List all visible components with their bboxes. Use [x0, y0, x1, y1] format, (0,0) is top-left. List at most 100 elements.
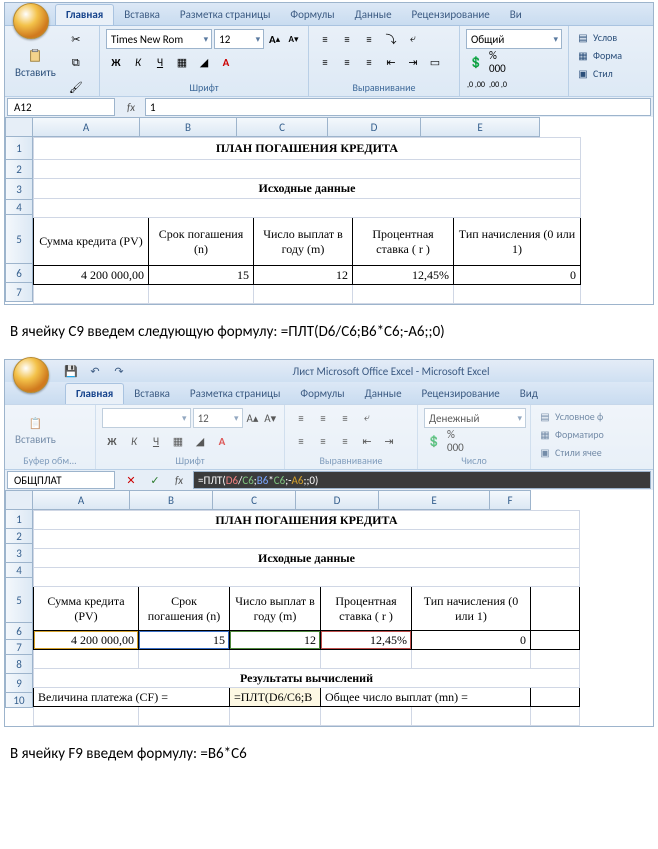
- tab-insert[interactable]: Вставка: [114, 5, 170, 25]
- row-header-8[interactable]: 8: [5, 655, 33, 674]
- tab-page-layout[interactable]: Разметка страницы: [170, 5, 281, 25]
- cell[interactable]: 15: [149, 266, 254, 285]
- font-name-select[interactable]: [102, 408, 191, 428]
- undo-button[interactable]: ↶: [85, 361, 105, 381]
- tab-home[interactable]: Главная: [55, 4, 114, 25]
- format-table-button[interactable]: Форма: [593, 49, 622, 62]
- shrink-font-button[interactable]: A▾: [262, 408, 278, 428]
- tab-review[interactable]: Рецензирование: [412, 384, 510, 404]
- col-header-B[interactable]: B: [130, 490, 213, 510]
- wrap-text-button[interactable]: ⤶: [403, 29, 423, 49]
- fx-button[interactable]: fx: [121, 97, 141, 117]
- tab-data[interactable]: Данные: [345, 5, 402, 25]
- row-header-4[interactable]: 4: [5, 200, 33, 215]
- name-box[interactable]: A12: [7, 98, 115, 116]
- sheet-grid[interactable]: ABCDEF 12345678910 ПЛАН ПОГАШЕНИЯ КРЕДИТ…: [5, 490, 653, 726]
- col-header-F[interactable]: F: [490, 490, 531, 510]
- paste-button[interactable]: 📋 Вставить: [11, 413, 60, 448]
- row-header-6[interactable]: 6: [5, 264, 33, 283]
- tab-view[interactable]: Вид: [510, 384, 548, 404]
- row-header-2[interactable]: 2: [5, 529, 33, 544]
- font-size-select[interactable]: 12: [214, 29, 264, 49]
- merge-center-button[interactable]: ▭: [425, 52, 445, 72]
- font-size-select[interactable]: 12: [193, 408, 243, 428]
- cell[interactable]: 0: [412, 631, 531, 650]
- row-header-2[interactable]: 2: [5, 160, 33, 179]
- cell[interactable]: 15: [139, 631, 230, 650]
- cell[interactable]: Сумма кредита (PV): [34, 587, 139, 631]
- cut-button[interactable]: ✂: [66, 29, 86, 49]
- cell-styles-button[interactable]: Стили ячее: [555, 446, 602, 459]
- bold-button[interactable]: Ж: [102, 431, 122, 451]
- inc-decimal-button[interactable]: ,0 ,00: [466, 75, 486, 95]
- row-header-5[interactable]: 5: [5, 578, 33, 623]
- cell[interactable]: 12,45%: [353, 266, 454, 285]
- fill-color-button[interactable]: ◢: [190, 431, 210, 451]
- cell[interactable]: Процентная ставка ( r ): [321, 587, 412, 631]
- copy-button[interactable]: ⧉: [66, 53, 86, 73]
- font-color-button[interactable]: A: [216, 52, 236, 72]
- currency-button[interactable]: 💲: [466, 52, 486, 72]
- underline-button[interactable]: Ч: [146, 431, 166, 451]
- grow-font-button[interactable]: A▴: [266, 29, 283, 49]
- row-header-4[interactable]: 4: [5, 563, 33, 578]
- underline-button[interactable]: Ч: [150, 52, 170, 72]
- col-header-C[interactable]: C: [237, 117, 328, 137]
- bold-button[interactable]: Ж: [106, 52, 126, 72]
- cell-styles-button[interactable]: Стил: [593, 67, 613, 80]
- row-header-1[interactable]: 1: [5, 510, 33, 529]
- italic-button[interactable]: К: [124, 431, 144, 451]
- row-header-5[interactable]: 5: [5, 215, 33, 264]
- col-header-E[interactable]: E: [421, 117, 540, 137]
- enter-button[interactable]: ✓: [145, 470, 165, 490]
- col-header-D[interactable]: D: [328, 117, 421, 137]
- office-button[interactable]: [13, 357, 49, 393]
- cell[interactable]: 12: [254, 266, 353, 285]
- cell[interactable]: Число выплат в году (m): [230, 587, 321, 631]
- fx-button[interactable]: fx: [169, 470, 189, 490]
- select-all-triangle[interactable]: [5, 490, 33, 510]
- align-right-button[interactable]: ≡: [359, 52, 379, 72]
- cell[interactable]: [531, 631, 580, 650]
- borders-button[interactable]: ▦: [172, 52, 192, 72]
- shrink-font-button[interactable]: A▾: [285, 29, 302, 49]
- align-bottom-button[interactable]: ≡: [359, 29, 379, 49]
- tab-formulas[interactable]: Формулы: [290, 384, 354, 404]
- row-header-10[interactable]: 10: [5, 693, 33, 708]
- cell[interactable]: 12,45%: [321, 631, 412, 650]
- row-header-6[interactable]: 6: [5, 623, 33, 640]
- cell[interactable]: 0: [454, 266, 581, 285]
- col-header-B[interactable]: B: [140, 117, 237, 137]
- dec-decimal-button[interactable]: ,00 ,0: [488, 75, 508, 95]
- tab-insert[interactable]: Вставка: [124, 384, 180, 404]
- number-format-select[interactable]: Общий: [466, 29, 562, 49]
- cell[interactable]: Тип начисления (0 или 1): [412, 587, 531, 631]
- indent-inc-button[interactable]: ⇥: [403, 52, 423, 72]
- col-header-A[interactable]: A: [33, 117, 140, 137]
- grow-font-button[interactable]: A▴: [245, 408, 261, 428]
- formula-input[interactable]: 1: [145, 98, 651, 116]
- row-header-3[interactable]: 3: [5, 544, 33, 563]
- col-header-D[interactable]: D: [296, 490, 379, 510]
- cancel-button[interactable]: ✕: [121, 470, 141, 490]
- tab-page-layout[interactable]: Разметка страницы: [180, 384, 291, 404]
- cell[interactable]: 4 200 000,00: [34, 631, 139, 650]
- row-header-3[interactable]: 3: [5, 179, 33, 200]
- cell[interactable]: Срок погашения (n): [149, 218, 254, 266]
- align-middle-button[interactable]: ≡: [337, 29, 357, 49]
- tab-review[interactable]: Рецензирование: [402, 5, 500, 25]
- cond-format-button[interactable]: Услов: [593, 31, 617, 44]
- redo-button[interactable]: ↷: [109, 361, 129, 381]
- save-button[interactable]: 💾: [61, 361, 81, 381]
- paste-button[interactable]: Вставить: [11, 46, 60, 81]
- row-header-9[interactable]: 9: [5, 674, 33, 693]
- row-header-7[interactable]: 7: [5, 283, 33, 302]
- tab-formulas[interactable]: Формулы: [280, 5, 344, 25]
- format-table-button[interactable]: Форматиро: [555, 428, 604, 441]
- number-format-select[interactable]: Денежный: [424, 408, 526, 428]
- cell[interactable]: Число выплат в году (m): [254, 218, 353, 266]
- tab-home[interactable]: Главная: [65, 383, 124, 404]
- fill-color-button[interactable]: ◢: [194, 52, 214, 72]
- formula-input[interactable]: =ПЛТ(D6/C6;B6*C6;-A6;;0): [193, 471, 651, 489]
- cell[interactable]: Процентная ставка ( r ): [353, 218, 454, 266]
